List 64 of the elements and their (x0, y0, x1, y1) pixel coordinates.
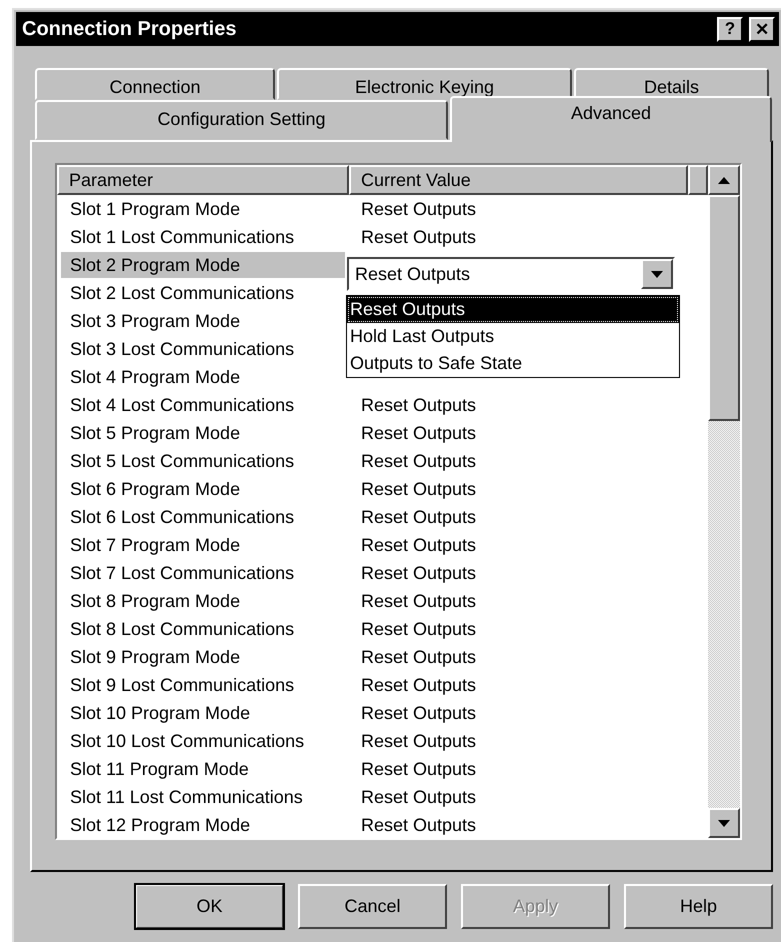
table-cell-text: Reset Outputs (360, 674, 476, 697)
down-arrow-icon (651, 270, 663, 278)
up-arrow-icon (718, 176, 730, 184)
dropdown-field[interactable]: Reset Outputs (347, 257, 675, 291)
dropdown-button[interactable] (641, 259, 673, 289)
tab[interactable]: Advanced (450, 96, 772, 142)
table-cell-text: Reset Outputs (360, 422, 476, 445)
table-cell-text: Reset Outputs (360, 758, 476, 781)
table-cell-text: Reset Outputs (360, 646, 476, 669)
table-cell[interactable]: Slot 12 Program Mode (61, 812, 345, 838)
table-cell[interactable]: Slot 1 Lost Communications (61, 224, 345, 250)
table-cell[interactable]: Slot 5 Lost Communications (61, 448, 345, 474)
table-cell[interactable]: Slot 8 Lost Communications (61, 616, 345, 642)
dialog-button[interactable]: Help (624, 884, 773, 929)
table-cell[interactable]: Slot 9 Program Mode (61, 644, 345, 670)
table-cell[interactable]: Slot 9 Lost Communications (61, 672, 345, 698)
table-cell[interactable]: Slot 11 Lost Communications (61, 784, 345, 810)
table-cell-text: Reset Outputs (360, 702, 476, 725)
scroll-thumb[interactable] (708, 195, 740, 421)
dialog-button[interactable]: OK (135, 884, 284, 929)
table-cell[interactable]: Slot 3 Program Mode (61, 308, 345, 334)
table-cell[interactable]: Slot 7 Lost Communications (61, 560, 345, 586)
table-cell-text: Reset Outputs (360, 450, 476, 473)
table-cell[interactable]: Slot 11 Program Mode (61, 756, 345, 782)
table-cell[interactable]: Slot 7 Program Mode (61, 532, 345, 558)
table-cell-text: Reset Outputs (360, 534, 476, 557)
table-cell[interactable]: Slot 4 Lost Communications (61, 392, 345, 418)
table-cell-text: Reset Outputs (360, 814, 476, 837)
table-cell[interactable]: Slot 2 Lost Communications (61, 280, 345, 306)
table-cell[interactable]: Slot 10 Lost Communications (61, 728, 345, 754)
down-arrow-icon (718, 820, 730, 826)
table-cell-text: Reset Outputs (360, 562, 476, 585)
table-cell[interactable]: Slot 5 Program Mode (61, 420, 345, 446)
table-cell[interactable]: Slot 3 Lost Communications (61, 336, 345, 362)
tab[interactable]: Configuration Setting (35, 100, 448, 140)
table-cell-text: Reset Outputs (360, 730, 476, 753)
dialog-button[interactable]: Cancel (298, 884, 447, 929)
close-button[interactable]: ✕ (749, 16, 775, 42)
table-cell-text: Reset Outputs (360, 478, 476, 501)
table-cell[interactable]: Slot 6 Program Mode (61, 476, 345, 502)
dropdown-option[interactable]: Hold Last Outputs (347, 323, 679, 350)
dropdown-option[interactable]: Outputs to Safe State (347, 350, 679, 377)
table-cell-text: Reset Outputs (360, 198, 476, 221)
column-header[interactable]: Current Value (349, 165, 688, 195)
table-cell[interactable]: Slot 2 Program Mode (61, 252, 345, 278)
table-cell-text: Reset Outputs (360, 786, 476, 809)
dropdown-option[interactable]: Reset Outputs (347, 296, 679, 323)
help-button[interactable]: ? (717, 16, 743, 42)
scroll-up-button[interactable] (708, 165, 740, 195)
table-cell-text: Reset Outputs (360, 394, 476, 417)
tab[interactable]: Connection (35, 68, 275, 100)
table-cell[interactable]: Slot 10 Program Mode (61, 700, 345, 726)
table-cell[interactable]: Slot 1 Program Mode (61, 196, 345, 222)
column-header[interactable]: Parameter (57, 165, 349, 195)
table-cell[interactable]: Slot 6 Lost Communications (61, 504, 345, 530)
table-cell-text: Reset Outputs (360, 506, 476, 529)
table-cell[interactable]: Slot 4 Program Mode (61, 364, 345, 390)
window-title: Connection Properties (22, 18, 238, 40)
table-cell[interactable]: Slot 8 Program Mode (61, 588, 345, 614)
table-cell-text: Reset Outputs (360, 618, 476, 641)
table-cell-text: Reset Outputs (360, 226, 476, 249)
table-cell-text: Reset Outputs (360, 590, 476, 613)
tab[interactable]: Electronic Keying (277, 68, 572, 100)
scroll-down-button[interactable] (708, 808, 740, 838)
